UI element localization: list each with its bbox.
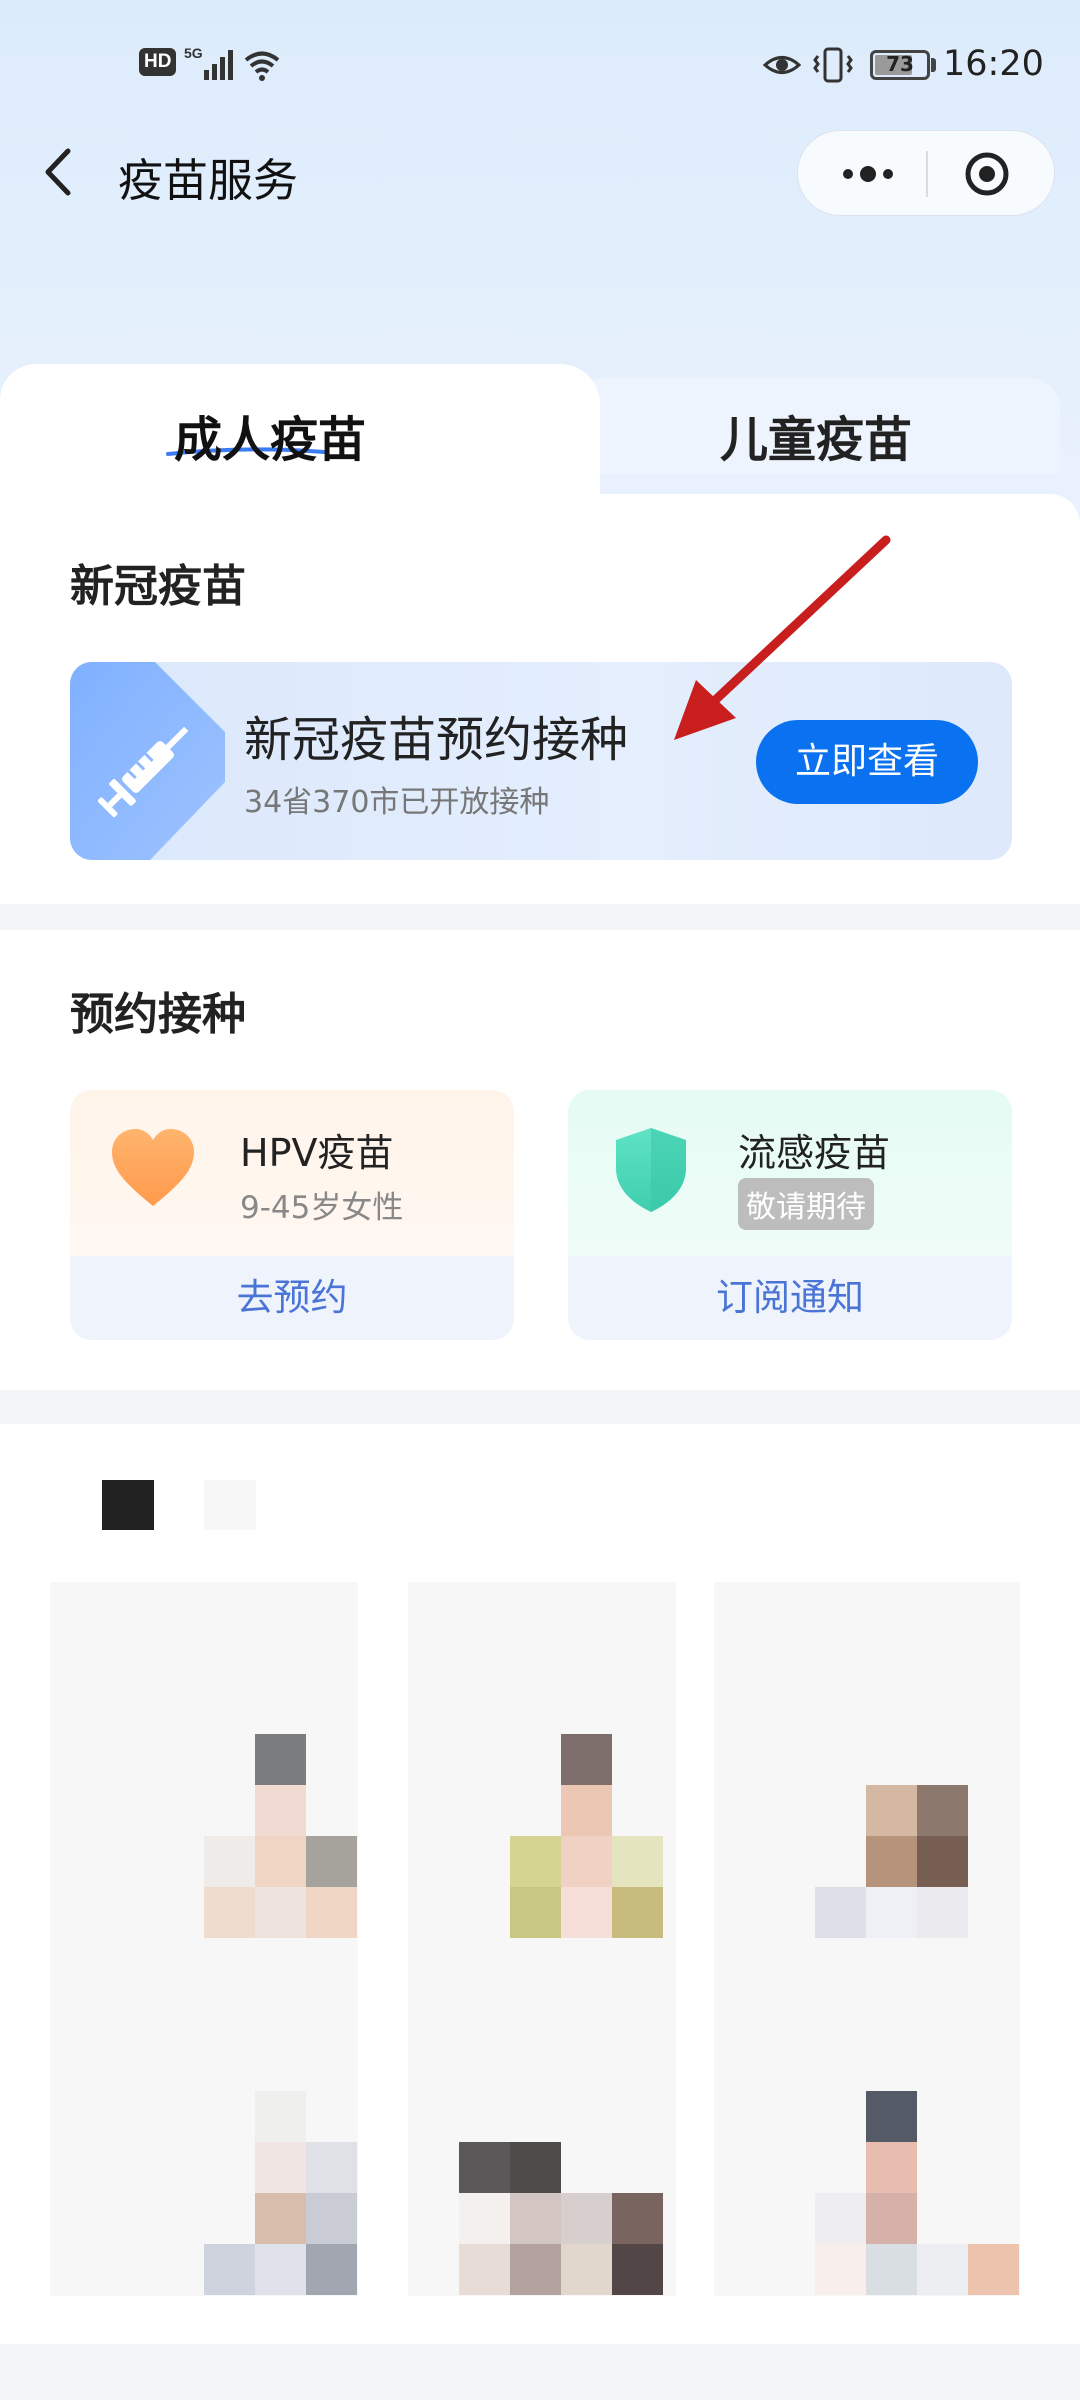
vibrate-icon — [813, 47, 853, 83]
battery-icon: 73 — [870, 50, 930, 80]
signal-wifi-icon: 5G — [184, 45, 280, 81]
red-arrow-annotation — [674, 535, 891, 740]
hpv-vaccine-card[interactable]: HPV疫苗 9-45岁女性 去预约 — [70, 1090, 514, 1340]
covid-banner-title: 新冠疫苗预约接种 — [244, 712, 629, 768]
flu-vaccine-card[interactable]: 流感疫苗 敬请期待 订阅通知 — [568, 1090, 1012, 1340]
book-hpv-button[interactable]: 去预约 — [70, 1256, 514, 1340]
hpv-vaccine-name: HPV疫苗 — [240, 1131, 394, 1175]
battery-percent: 73 — [886, 52, 914, 76]
syringe-icon — [70, 662, 225, 860]
close-miniprogram-icon[interactable] — [964, 151, 1010, 197]
page-title: 疫苗服务 — [118, 154, 299, 207]
section-title-placeholder — [102, 1480, 154, 1530]
miniprogram-capsule — [797, 130, 1055, 216]
booking-section-title: 预约接种 — [70, 989, 246, 1040]
eye-icon — [763, 56, 801, 74]
tab-adult-label: 成人疫苗 — [174, 412, 367, 468]
network-type-label: 5G — [184, 45, 203, 61]
status-time: 16:20 — [943, 44, 1044, 84]
more-icon[interactable] — [828, 131, 908, 217]
hpv-vaccine-subtitle: 9-45岁女性 — [240, 1190, 404, 1226]
coming-soon-badge: 敬请期待 — [738, 1178, 874, 1230]
tab-child-vaccine[interactable]: 儿童疫苗 — [572, 378, 1060, 474]
covid-banner-subtitle: 34省370市已开放接种 — [244, 785, 550, 820]
battery-tip — [931, 58, 936, 72]
capsule-divider — [926, 151, 928, 197]
flu-vaccine-name: 流感疫苗 — [738, 1131, 891, 1175]
section-title-placeholder-faint — [204, 1480, 256, 1530]
tab-child-label: 儿童疫苗 — [719, 412, 912, 468]
shield-icon — [616, 1128, 686, 1212]
tab-adult-vaccine[interactable]: 成人疫苗 — [0, 364, 600, 504]
covid-section-title: 新冠疫苗 — [70, 561, 246, 612]
heart-icon — [112, 1129, 194, 1206]
status-bar: HD 5G 73 16:20 — [0, 0, 1080, 130]
back-arrow-icon[interactable] — [38, 145, 82, 199]
hd-badge: HD — [139, 48, 177, 76]
subscribe-notification-button[interactable]: 订阅通知 — [568, 1256, 1012, 1340]
